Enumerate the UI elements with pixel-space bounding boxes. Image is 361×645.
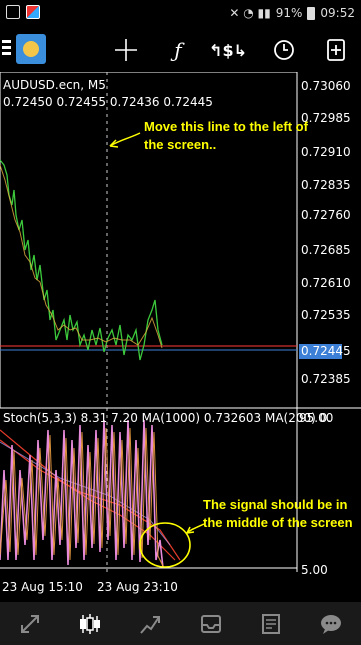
news-icon[interactable] — [251, 606, 291, 642]
price-axis-label: 0.72535 — [301, 308, 351, 322]
price-axis-label: 0.73060 — [301, 79, 351, 93]
clock-icon[interactable] — [270, 36, 298, 64]
chart-candles-icon[interactable] — [70, 606, 110, 642]
clock-time: 09:52 — [320, 6, 355, 20]
price-axis-label: 0.72610 — [301, 276, 351, 290]
price-line — [0, 159, 163, 361]
time-axis-label: 23 Aug 15:10 — [2, 580, 83, 594]
price-axis-label: 0.72760 — [301, 208, 351, 222]
crosshair-icon[interactable] — [112, 36, 140, 64]
stoch-axis-bottom: 5.00 — [301, 563, 328, 577]
trade-icon[interactable] — [130, 606, 170, 642]
function-icon[interactable]: ƒ — [164, 36, 192, 64]
signal-icon: ✕ ◔ ▮▮ — [229, 6, 271, 20]
bottom-navigation — [0, 602, 361, 645]
price-axis-label: 0.72385 — [301, 372, 351, 386]
dollar-arrows-icon[interactable]: ↰$↳ — [209, 36, 247, 64]
metatrader-logo[interactable] — [16, 34, 46, 64]
battery-icon — [307, 6, 316, 20]
current-price-tag: 0.72445 — [299, 344, 351, 359]
add-document-icon[interactable] — [322, 36, 350, 64]
chat-icon[interactable] — [311, 606, 351, 642]
app-toolbar: ƒ ↰$↳ — [0, 28, 361, 72]
annotation-move-line: Move this line to the left of the screen… — [144, 119, 308, 152]
quotes-icon[interactable] — [10, 606, 50, 642]
battery-percent: 91% — [275, 6, 303, 20]
ohlc-values: 0.72450 0.72455 0.72436 0.72445 — [3, 95, 213, 109]
instrument-title: AUDUSD.ecn, M5 — [3, 78, 106, 92]
history-inbox-icon[interactable] — [191, 606, 231, 642]
time-axis-label: 23 Aug 23:10 — [97, 580, 178, 594]
stoch-axis-top: 95.00 — [299, 411, 334, 425]
menu-icon[interactable] — [2, 38, 12, 56]
annotation-arrow — [109, 132, 141, 147]
price-axis-label: 0.72685 — [301, 243, 351, 257]
status-bar: ✕ ◔ ▮▮ 91% 09:52 — [0, 0, 361, 28]
price-axis-label: 0.72835 — [301, 178, 351, 192]
gallery-icon — [6, 5, 20, 19]
stochastic-indicator-label: Stoch(5,3,3) 8.31 7.20 MA(1000) 0.732603… — [3, 411, 332, 425]
annotation-signal-middle: The signal should be in the middle of th… — [203, 497, 353, 530]
app-notification-icon — [26, 5, 40, 19]
